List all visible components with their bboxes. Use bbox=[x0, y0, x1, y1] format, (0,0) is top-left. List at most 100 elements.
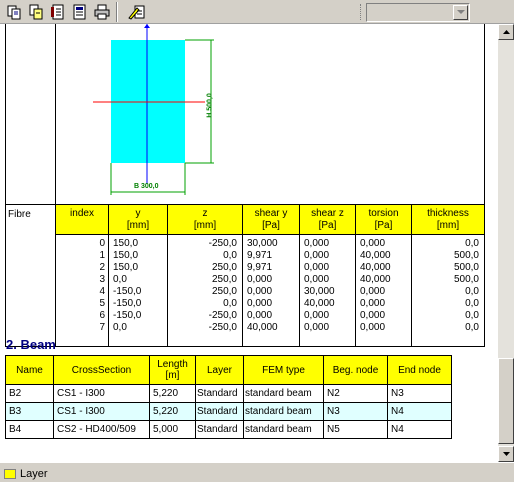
fibre-header-name: torsion bbox=[368, 208, 399, 219]
fibre-cell: 500,0 bbox=[453, 274, 479, 285]
layer-color-swatch bbox=[4, 469, 16, 479]
fibre-cell: -150,0 bbox=[113, 310, 142, 321]
toolbar-grip bbox=[360, 4, 363, 20]
fibre-header-name: z bbox=[202, 208, 208, 219]
beam-header-row: Name CrossSection Length [m] Layer FEM type B… bbox=[5, 355, 452, 385]
fibre-cell: 2 bbox=[99, 262, 105, 273]
fibre-cell: 0,0 bbox=[465, 322, 479, 333]
fibre-column-divider bbox=[299, 204, 300, 347]
document-icon[interactable] bbox=[48, 2, 68, 22]
beam-cell: B3 bbox=[5, 402, 54, 421]
layer-legend-label: Layer bbox=[20, 468, 48, 480]
beam-cell: N5 bbox=[323, 420, 388, 439]
vertical-scrollbar[interactable] bbox=[498, 24, 514, 462]
fibre-cell: 0,0 bbox=[465, 238, 479, 249]
fibre-cell: 0,0 bbox=[223, 298, 237, 309]
beam-cell: N3 bbox=[323, 402, 388, 421]
table-row[interactable]: B2 CS1 - I300 5,220 Standard standard beam N2… bbox=[5, 384, 452, 403]
fibre-header-unit: [mm] bbox=[436, 220, 460, 231]
beam-cell: Standard bbox=[195, 384, 244, 403]
fibre-cell: -150,0 bbox=[113, 286, 142, 297]
dim-h-label-wrap: H 500,0 bbox=[203, 84, 217, 134]
fibre-column-divider bbox=[242, 204, 243, 347]
beam-cell: N2 bbox=[323, 384, 388, 403]
fibre-cell: 0,000 bbox=[304, 262, 330, 273]
scroll-down-button[interactable] bbox=[498, 446, 514, 462]
beam-header-cell: Name bbox=[5, 355, 54, 385]
table-row[interactable]: B3 CS1 - I300 5,220 Standard standard beam N3… bbox=[5, 402, 452, 421]
fibre-header-unit: [Pa] bbox=[318, 220, 337, 231]
fibre-cell: 150,0 bbox=[113, 238, 139, 249]
fibre-header-name: y bbox=[135, 208, 141, 219]
fibre-cell: 40,000 bbox=[360, 262, 391, 273]
fibre-header-cell: shear z [Pa] bbox=[300, 205, 356, 235]
dim-h-label: H 500,0 bbox=[206, 93, 214, 118]
fibre-header-unit: [Pa] bbox=[374, 220, 393, 231]
beam-cell: 5,220 bbox=[149, 384, 196, 403]
fibre-cell: 0,0 bbox=[223, 250, 237, 261]
fibre-cell: 0,000 bbox=[247, 286, 273, 297]
frame-right-border bbox=[484, 24, 485, 347]
copy-icon[interactable] bbox=[4, 2, 24, 22]
beam-cell: N4 bbox=[387, 420, 452, 439]
fibre-cell: 40,000 bbox=[247, 322, 278, 333]
fibre-cell: 0,0 bbox=[465, 298, 479, 309]
scroll-thumb[interactable] bbox=[498, 358, 514, 444]
beam-cell: CS1 - I300 bbox=[53, 402, 150, 421]
edit-document-icon[interactable] bbox=[122, 2, 152, 22]
fibre-bottom-border bbox=[5, 346, 485, 347]
table-row[interactable]: B4 CS2 - HD400/509 5,000 Standard standard b… bbox=[5, 420, 452, 439]
fibre-cell: 9,971 bbox=[247, 250, 273, 261]
section-title: 2. Beam bbox=[6, 337, 56, 352]
beam-cell: N4 bbox=[387, 402, 452, 421]
fibre-cell: 0 bbox=[99, 238, 105, 249]
beam-table-body: B2 CS1 - I300 5,220 Standard standard beam N2… bbox=[5, 384, 452, 439]
fibre-cell: 3 bbox=[99, 274, 105, 285]
fibre-cell: 0,000 bbox=[247, 298, 273, 309]
fibre-cell: 250,0 bbox=[211, 262, 237, 273]
dim-b-label: B 300,0 bbox=[134, 183, 159, 190]
beam-cell: N3 bbox=[387, 384, 452, 403]
view-combo[interactable] bbox=[366, 3, 470, 22]
scroll-up-button[interactable] bbox=[498, 24, 514, 40]
beam-cell: B2 bbox=[5, 384, 54, 403]
fibre-column-divider bbox=[355, 204, 356, 347]
fibre-header-name: shear y bbox=[254, 208, 288, 219]
fibre-header-name: shear z bbox=[311, 208, 344, 219]
fibre-cell: 0,0 bbox=[465, 286, 479, 297]
beam-cell: 5,000 bbox=[149, 420, 196, 439]
beam-header-cell: Layer bbox=[195, 355, 244, 385]
fibre-cell: -250,0 bbox=[208, 238, 237, 249]
fibre-cell: 1 bbox=[99, 250, 105, 261]
chevron-down-icon bbox=[502, 452, 510, 456]
beam-cell: B4 bbox=[5, 420, 54, 439]
fibre-cell: 40,000 bbox=[360, 250, 391, 261]
fibre-cell: 30,000 bbox=[304, 286, 335, 297]
fibre-header-name: index bbox=[70, 208, 94, 219]
fibre-cell: 500,0 bbox=[453, 262, 479, 273]
frame-inner-border bbox=[55, 24, 56, 204]
fibre-cell: 9,971 bbox=[247, 262, 273, 273]
beam-cell: standard beam bbox=[243, 384, 324, 403]
fibre-cell: -150,0 bbox=[113, 298, 142, 309]
fibre-cell: 6 bbox=[99, 310, 105, 321]
fibre-header-unit: [mm] bbox=[126, 220, 150, 231]
toolbar bbox=[0, 0, 514, 24]
fibre-header-cell: shear y [Pa] bbox=[243, 205, 300, 235]
report-icon[interactable] bbox=[70, 2, 90, 22]
fibre-header-cell: y [mm] bbox=[109, 205, 168, 235]
fibre-header-unit: [Pa] bbox=[262, 220, 280, 231]
fibre-cell: 0,0 bbox=[113, 274, 127, 285]
fibre-cell: 500,0 bbox=[453, 250, 479, 261]
fibre-cell: -250,0 bbox=[208, 322, 237, 333]
fibre-cell: 40,000 bbox=[360, 274, 391, 285]
chevron-down-icon[interactable] bbox=[453, 5, 468, 20]
copy-all-icon[interactable] bbox=[26, 2, 46, 22]
chevron-up-icon bbox=[502, 30, 510, 34]
fibre-cell: 0,000 bbox=[304, 250, 330, 261]
beam-header-cell: CrossSection bbox=[53, 355, 150, 385]
fibre-header-cell: index bbox=[56, 205, 109, 235]
print-icon[interactable] bbox=[92, 2, 112, 22]
beam-table: Name CrossSection Length [m] Layer FEM type B… bbox=[5, 355, 452, 439]
fibre-cell: 40,000 bbox=[304, 298, 335, 309]
